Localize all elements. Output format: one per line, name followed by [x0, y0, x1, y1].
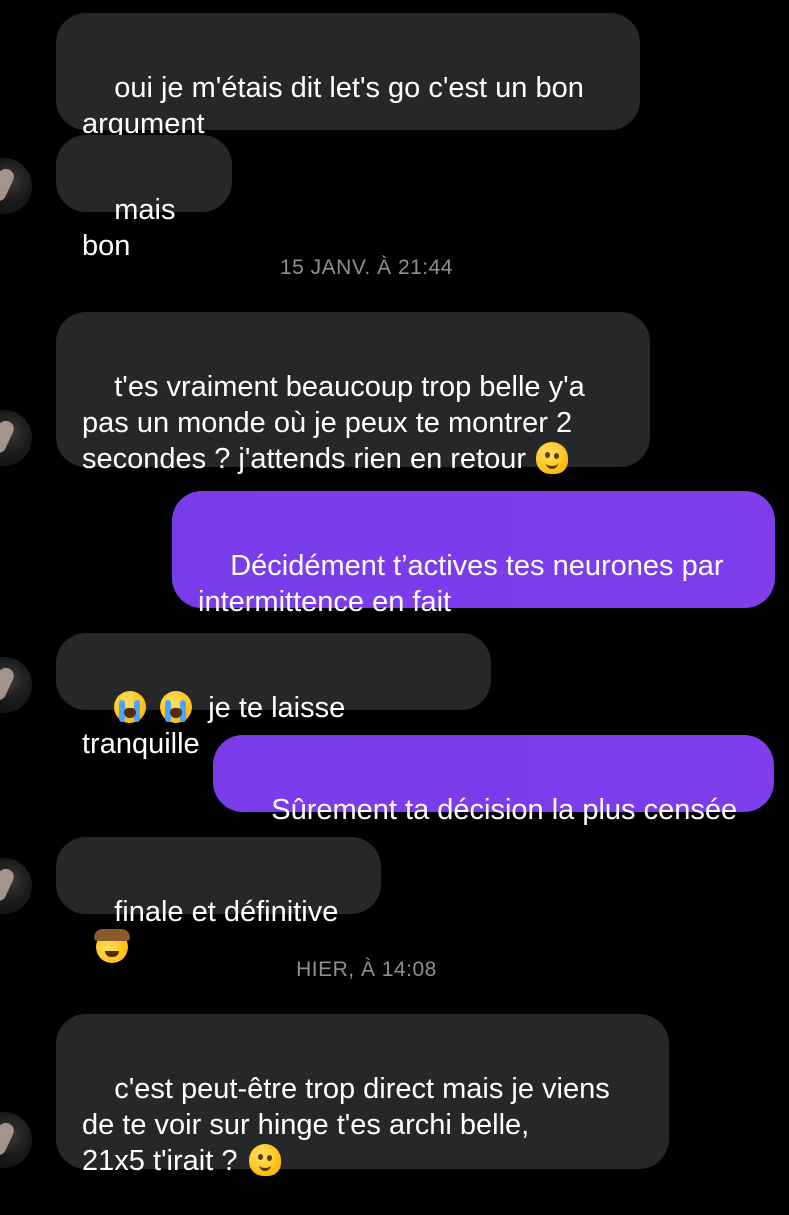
timestamp-separator: HIER, À 14:08 — [296, 958, 437, 981]
message-bubble-outgoing[interactable]: Décidément t’actives tes neurones par in… — [172, 491, 775, 618]
timestamp-separator: 15 JANV. À 21:44 — [279, 256, 453, 279]
message-bubble-incoming[interactable]: mais bon — [56, 135, 232, 262]
melting-face-emoji — [536, 442, 569, 474]
contact-avatar[interactable] — [0, 1112, 32, 1168]
message-bubble-incoming[interactable]: c'est peut-être trop direct mais je vien… — [56, 1014, 669, 1177]
message-text: t'es vraiment beaucoup trop belle y'a pa… — [82, 371, 585, 475]
contact-avatar[interactable] — [0, 410, 32, 466]
message-text: Décidément t’actives tes neurones par in… — [198, 550, 724, 618]
message-bubble-outgoing[interactable]: Sûrement ta décision la plus censée — [213, 735, 774, 826]
message-bubble-incoming[interactable]: finale et définitive — [56, 837, 381, 963]
contact-avatar[interactable] — [0, 858, 32, 914]
message-bubble-incoming[interactable]: je te laisse tranquille — [56, 633, 491, 760]
melting-face-emoji — [249, 1144, 282, 1176]
message-bubble-incoming[interactable]: t'es vraiment beaucoup trop belle y'a pa… — [56, 312, 650, 475]
message-bubble-incoming[interactable]: oui je m'étais dit let's go c'est un bon… — [56, 13, 640, 140]
loudly-crying-face-emoji — [160, 691, 193, 723]
message-thread[interactable]: oui je m'étais dit let's go c'est un bon… — [0, 0, 789, 1200]
message-text: mais bon — [82, 194, 184, 262]
message-text: Sûrement ta décision la plus censée — [271, 794, 738, 826]
contact-avatar[interactable] — [0, 657, 32, 713]
message-text: c'est peut-être trop direct mais je vien… — [82, 1073, 610, 1177]
loudly-crying-face-emoji — [114, 691, 147, 723]
message-text: oui je m'étais dit let's go c'est un bon… — [82, 72, 584, 140]
message-text: finale et définitive — [114, 896, 339, 928]
contact-avatar[interactable] — [0, 158, 32, 214]
